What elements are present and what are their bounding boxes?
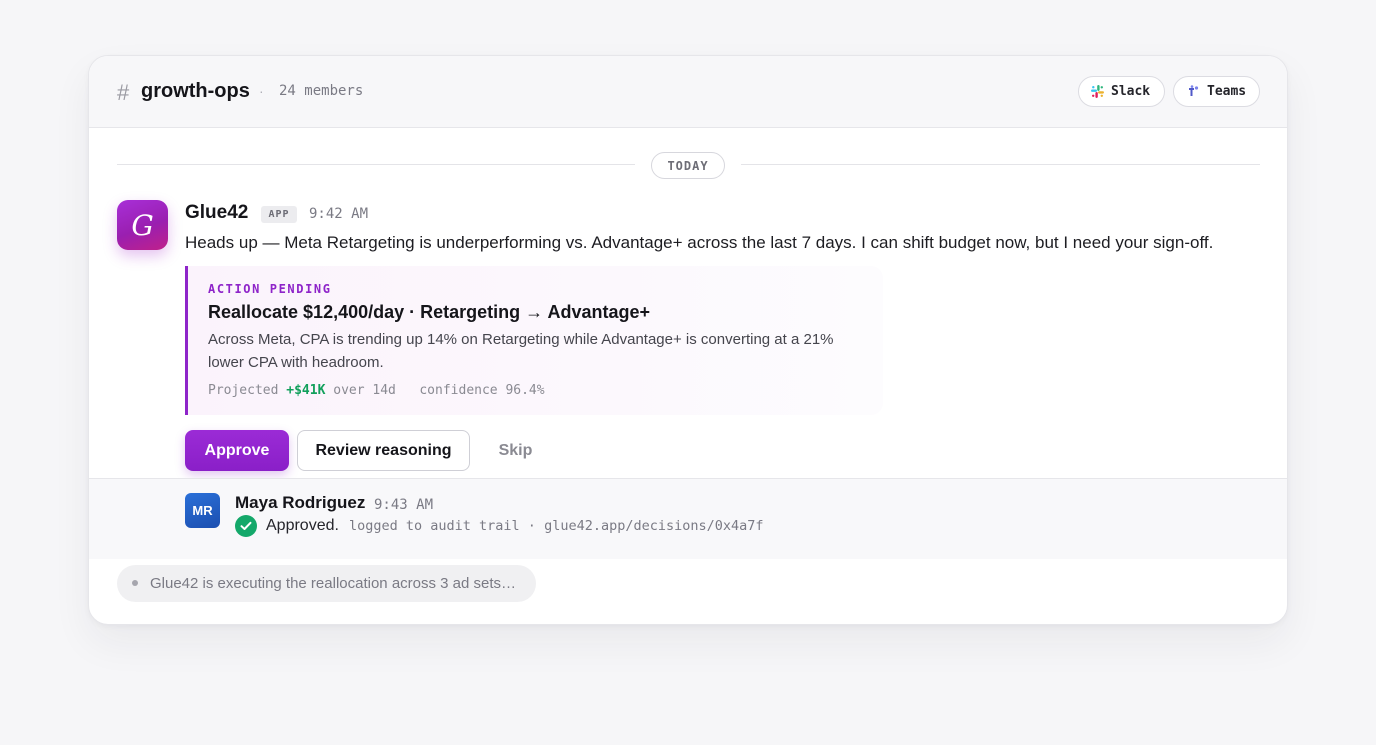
action-description: Across Meta, CPA is trending up 14% on R… <box>208 331 834 371</box>
reply-sender[interactable]: Maya Rodriguez <box>235 493 365 513</box>
slack-button-label: Slack <box>1111 84 1151 99</box>
check-icon <box>235 515 257 537</box>
channel-hash-icon: # <box>117 80 130 105</box>
day-divider: TODAY <box>651 152 725 179</box>
channel-card: # growth-ops · 24 members Slack Teams TO… <box>88 55 1288 625</box>
user-avatar[interactable]: MR <box>185 493 220 528</box>
message-text: Heads up — Meta Retargeting is underperf… <box>185 233 1214 252</box>
status-pill: Glue42 is executing the reallocation acr… <box>117 565 536 602</box>
teams-button[interactable]: Teams <box>1173 76 1260 107</box>
header-separator: · <box>259 83 264 99</box>
message-time: 9:42 AM <box>309 206 369 222</box>
review-reasoning-button[interactable]: Review reasoning <box>297 430 470 471</box>
projected-period: over 14d <box>333 383 396 398</box>
teams-button-label: Teams <box>1207 84 1247 99</box>
channel-name[interactable]: growth-ops <box>141 80 250 103</box>
skip-button[interactable]: Skip <box>479 430 552 471</box>
app-avatar[interactable]: G <box>117 200 168 250</box>
action-meta: Projected +$41K over 14d confidence 96.4… <box>208 383 545 398</box>
message-sender[interactable]: Glue42 <box>185 202 248 224</box>
approved-text: Approved. <box>266 517 339 534</box>
approve-button[interactable]: Approve <box>185 430 289 471</box>
projected-value: +$41K <box>286 383 326 398</box>
slack-button[interactable]: Slack <box>1078 76 1165 107</box>
channel-header: # growth-ops · 24 members Slack Teams <box>89 56 1287 128</box>
teams-icon <box>1186 85 1200 98</box>
app-badge: APP <box>261 206 297 223</box>
slack-icon <box>1091 85 1104 98</box>
divider-line-left <box>117 164 635 165</box>
reply-message: MR Maya Rodriguez 9:43 AM Approved. logg… <box>89 478 1287 559</box>
status-text: Glue42 is executing the reallocation acr… <box>150 575 517 592</box>
confidence: confidence 96.4% <box>419 383 545 398</box>
audit-trail-text[interactable]: logged to audit trail · glue42.app/decis… <box>349 518 764 534</box>
projected-label: Projected <box>208 383 279 398</box>
divider-line-right <box>741 164 1260 165</box>
status-dot-icon <box>132 580 138 586</box>
action-card: ACTION PENDING Reallocate $12,400/day · … <box>185 266 883 415</box>
action-title: Reallocate $12,400/day · Retargeting → A… <box>208 302 651 322</box>
reply-time: 9:43 AM <box>374 497 434 513</box>
member-count[interactable]: 24 members <box>279 83 363 99</box>
action-status: ACTION PENDING <box>208 282 332 296</box>
